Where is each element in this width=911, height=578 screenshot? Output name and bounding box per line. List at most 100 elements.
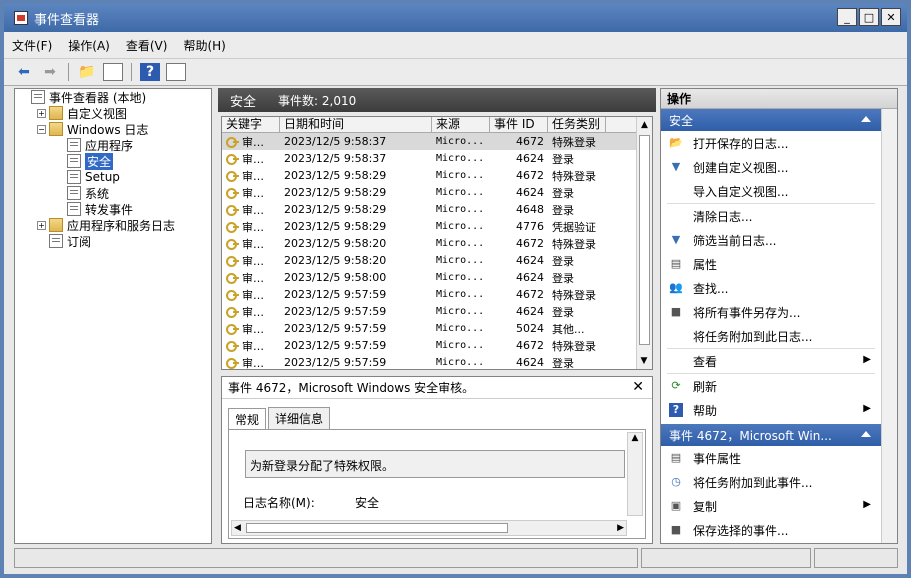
action-item[interactable]: ■ 将所有事件另存为... — [661, 300, 881, 324]
detail-horizontal-scrollbar[interactable]: ◀ ▶ — [231, 520, 627, 536]
column-datetime[interactable]: 日期和时间 — [280, 117, 432, 132]
action-item[interactable]: ▤ 事件属性 — [661, 446, 881, 470]
column-event-id[interactable]: 事件 ID — [490, 117, 548, 132]
tree-item[interactable]: 安全 — [15, 152, 211, 170]
tree-item[interactable]: + 应用程序和服务日志 — [15, 217, 211, 233]
action-item[interactable]: ▼ 筛选当前日志... — [661, 228, 881, 252]
action-item[interactable]: ▣ 复制 ▶ — [661, 494, 881, 518]
actions-section-event[interactable]: 事件 4672，Microsoft Win... — [661, 424, 881, 446]
scroll-up-icon[interactable]: ▲ — [637, 117, 652, 133]
table-row[interactable]: 审… 2023/12/5 9:58:00 Micro... 4624 登录 — [222, 269, 652, 286]
tab-details[interactable]: 详细信息 — [268, 407, 331, 429]
table-row[interactable]: 审… 2023/12/5 9:58:29 Micro... 4624 登录 — [222, 184, 652, 201]
table-row[interactable]: 审… 2023/12/5 9:58:20 Micro... 4624 登录 — [222, 252, 652, 269]
menu-help[interactable]: 帮助(H) — [183, 37, 225, 54]
action-item[interactable]: ? 帮助 ▶ — [661, 398, 881, 422]
log-title: 安全 — [230, 94, 257, 110]
tree-item-label: 安全 — [85, 152, 114, 170]
menu-action[interactable]: 操作(A) — [68, 37, 110, 54]
action-item-label: 保存选择的事件... — [693, 523, 789, 538]
event-viewer-icon — [14, 11, 28, 25]
action-item[interactable]: ⟳ 刷新 — [661, 374, 881, 398]
blank-icon — [669, 209, 683, 223]
key-icon — [226, 357, 239, 369]
table-cell: 审… — [222, 321, 280, 337]
action-item[interactable]: 查看 ▶ — [661, 349, 881, 373]
close-icon[interactable]: ✕ — [632, 379, 644, 395]
key-icon — [226, 238, 239, 250]
column-keyword[interactable]: 关键字 — [222, 117, 280, 132]
action-item[interactable]: 📂 打开保存的日志... — [661, 131, 881, 155]
scroll-thumb[interactable] — [639, 135, 650, 345]
key-icon — [226, 204, 239, 216]
action-item-label: 导入自定义视图... — [693, 184, 789, 199]
keyword-text: 审… — [242, 356, 264, 370]
keyword-text: 审… — [242, 186, 264, 200]
table-row[interactable]: 审… 2023/12/5 9:57:59 Micro... 4672 特殊登录 — [222, 337, 652, 354]
tree-item[interactable]: 转发事件 — [15, 201, 211, 217]
action-item[interactable]: 将任务附加到此日志... — [661, 324, 881, 348]
properties-icon: ▤ — [670, 451, 682, 464]
table-cell: 登录 — [552, 152, 574, 166]
table-row[interactable]: 审… 2023/12/5 9:57:59 Micro... 4624 登录 — [222, 303, 652, 320]
tree-item[interactable]: + 自定义视图 — [15, 105, 211, 121]
show-hide-tree-icon[interactable] — [103, 63, 123, 81]
scroll-thumb[interactable] — [246, 523, 508, 533]
table-row[interactable]: 审… 2023/12/5 9:57:59 Micro... 4672 特殊登录 — [222, 286, 652, 303]
action-item[interactable]: ▤ 属性 — [661, 252, 881, 276]
copy-icon: ▣ — [670, 499, 682, 512]
event-message: 为新登录分配了特殊权限。 — [245, 450, 625, 478]
table-row[interactable]: 审… 2023/12/5 9:57:59 Micro... 5024 其他... — [222, 320, 652, 337]
table-row[interactable]: 审… 2023/12/5 9:58:29 Micro... 4648 登录 — [222, 201, 652, 218]
back-arrow-icon[interactable]: ⬅ — [14, 63, 34, 81]
menu-file[interactable]: 文件(F) — [12, 37, 52, 54]
table-row[interactable]: 审… 2023/12/5 9:58:29 Micro... 4776 凭据验证 — [222, 218, 652, 235]
event-list: 关键字 日期和时间 来源 事件 ID 任务类别 审… 2023/12/5 9:58… — [221, 116, 653, 370]
tree-item[interactable]: 事件查看器 (本地) — [15, 89, 211, 105]
column-task-category[interactable]: 任务类别 — [548, 117, 606, 132]
tree-item[interactable]: Setup — [15, 169, 211, 185]
detail-vertical-scrollbar[interactable]: ▲ — [627, 432, 643, 516]
collapse-icon[interactable] — [861, 431, 871, 437]
help-icon[interactable]: ? — [140, 63, 160, 81]
action-item[interactable]: ■ 保存选择的事件... — [661, 518, 881, 542]
close-button[interactable]: ✕ — [881, 8, 901, 26]
log-icon — [67, 202, 81, 216]
action-item-label: 打开保存的日志... — [693, 136, 789, 151]
action-item[interactable]: ◷ 将任务附加到此事件... — [661, 470, 881, 494]
maximize-button[interactable]: □ — [859, 8, 879, 26]
tree-item[interactable]: − Windows 日志 — [15, 121, 211, 137]
scroll-down-icon[interactable]: ▼ — [637, 353, 651, 369]
table-row[interactable]: 审… 2023/12/5 9:58:37 Micro... 4672 特殊登录 — [222, 133, 652, 150]
expand-icon[interactable]: + — [37, 220, 46, 230]
event-list-scrollbar[interactable]: ▲ ▼ — [636, 117, 652, 369]
expand-icon[interactable]: + — [37, 108, 46, 118]
action-item[interactable]: 清除日志... — [661, 204, 881, 228]
table-row[interactable]: 审… 2023/12/5 9:58:29 Micro... 4672 特殊登录 — [222, 167, 652, 184]
menu-view[interactable]: 查看(V) — [126, 37, 168, 54]
log-header: 安全 事件数: 2,010 — [218, 88, 656, 112]
table-cell: Micro... — [436, 357, 485, 368]
tab-general[interactable]: 常规 — [228, 408, 267, 430]
forward-arrow-icon[interactable]: ➡ — [40, 63, 60, 81]
minimize-button[interactable]: _ — [837, 8, 857, 26]
table-row[interactable]: 审… 2023/12/5 9:58:37 Micro... 4624 登录 — [222, 150, 652, 167]
tree-item[interactable]: 应用程序 — [15, 137, 211, 153]
action-item[interactable]: 👥 查找... — [661, 276, 881, 300]
actions-scrollbar[interactable] — [881, 109, 897, 543]
table-row[interactable]: 审… 2023/12/5 9:58:20 Micro... 4672 特殊登录 — [222, 235, 652, 252]
table-row[interactable]: 审… 2023/12/5 9:57:59 Micro... 4624 登录 — [222, 354, 652, 370]
tree-item[interactable]: 订阅 — [15, 233, 211, 249]
up-folder-icon[interactable]: 📁 — [77, 63, 97, 81]
table-cell: 特殊登录 — [552, 135, 596, 149]
action-item[interactable]: 导入自定义视图... — [661, 179, 881, 203]
action-item[interactable]: ▼ 创建自定义视图... — [661, 155, 881, 179]
show-action-pane-icon[interactable] — [166, 63, 186, 81]
column-source[interactable]: 来源 — [432, 117, 490, 132]
keyword-text: 审… — [242, 271, 264, 285]
actions-section-log[interactable]: 安全 — [661, 109, 881, 131]
help-icon: ? — [669, 403, 683, 417]
expand-icon[interactable]: − — [37, 124, 46, 134]
collapse-icon[interactable] — [861, 116, 871, 122]
tree-item[interactable]: 系统 — [15, 185, 211, 201]
